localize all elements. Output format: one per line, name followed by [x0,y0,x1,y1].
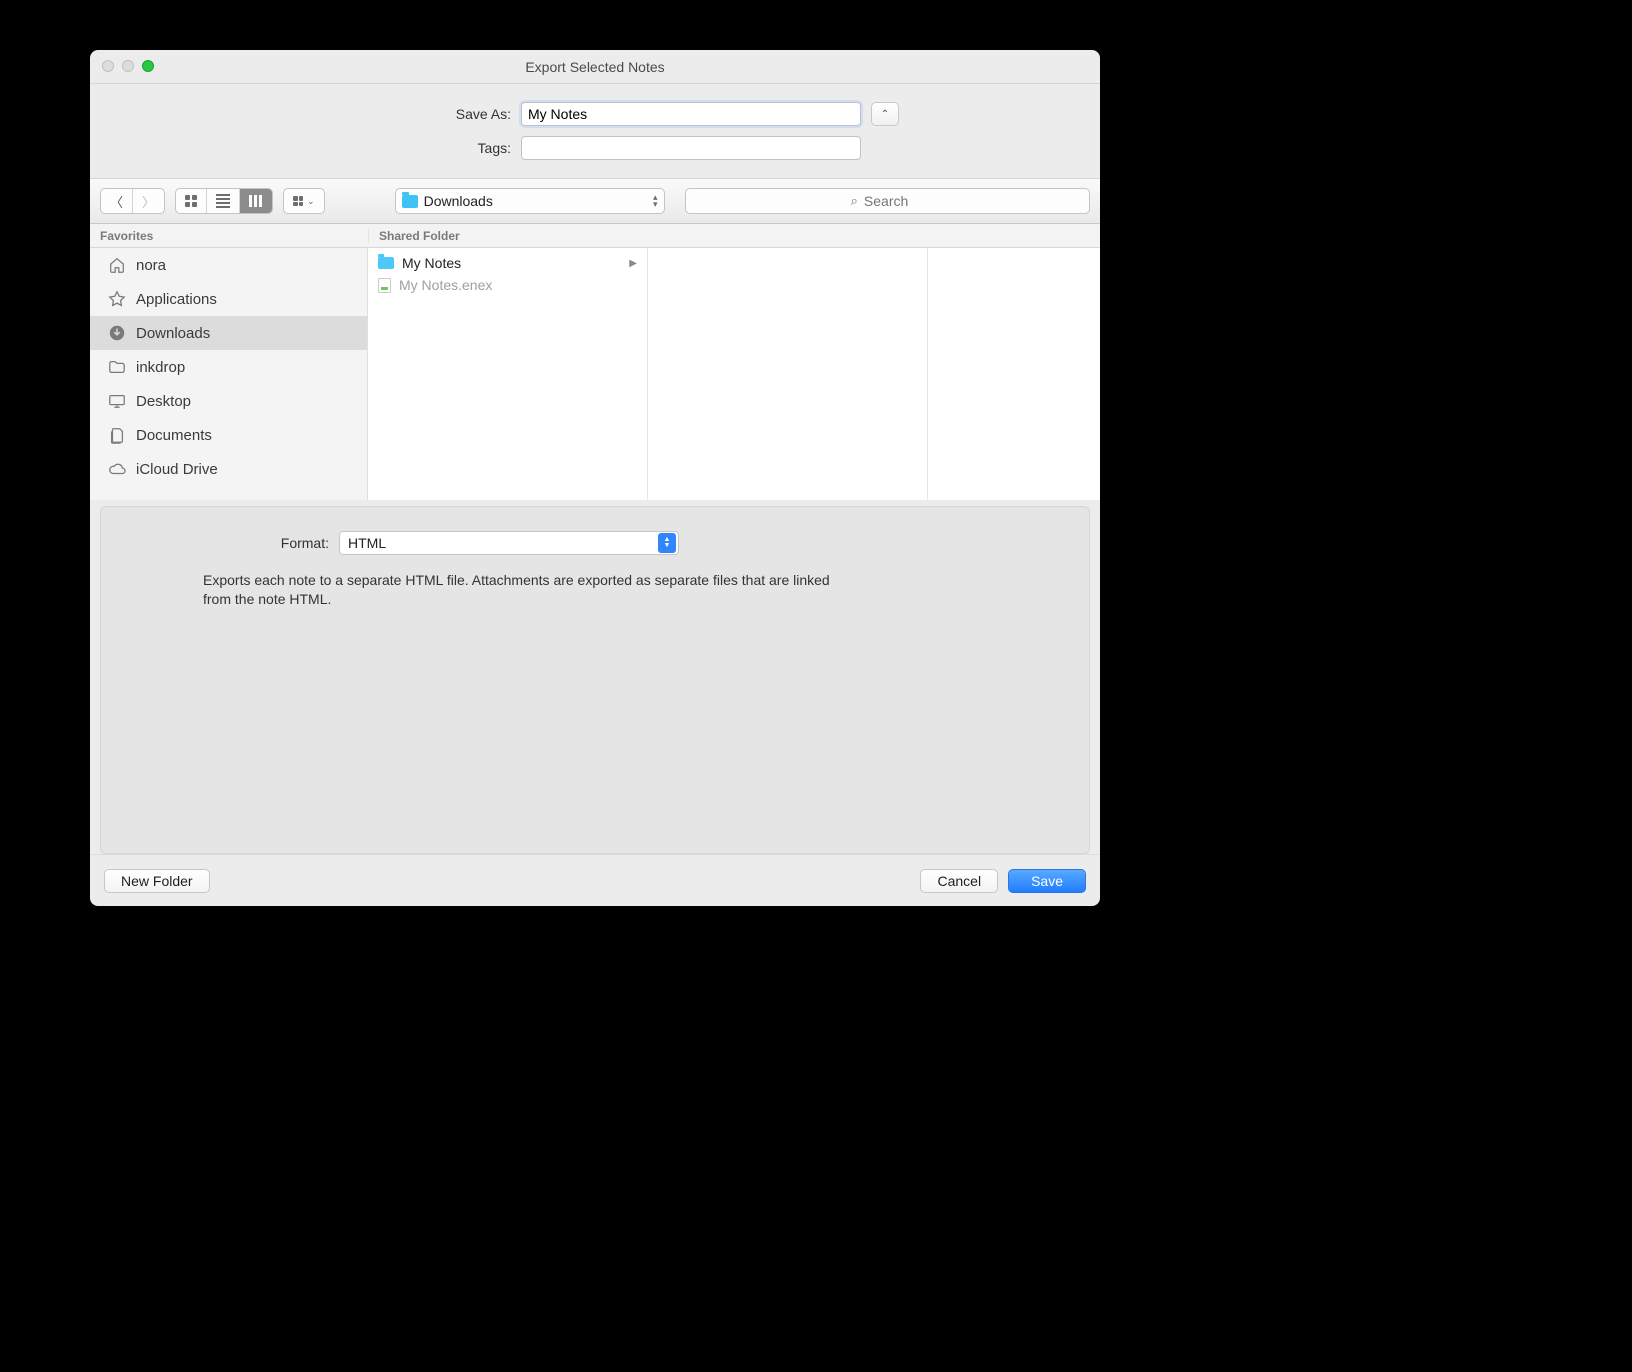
forward-button[interactable]: 〉 [133,189,164,213]
chevron-right-icon: ▶ [629,258,637,269]
sidebar-item-label: Applications [136,291,217,308]
grid-icon [185,195,197,207]
columns-icon [249,195,263,207]
export-dialog: Export Selected Notes Save As: ⌃ Tags: 〈… [90,50,1100,906]
close-window-button[interactable] [102,60,114,72]
sidebar-item-downloads[interactable]: Downloads [90,316,367,350]
window-controls [102,60,154,72]
folder-icon [108,358,126,376]
save-form: Save As: ⌃ Tags: [90,84,1100,178]
view-mode-segment [175,188,273,214]
format-label: Format: [129,535,329,551]
sidebar-item-inkdrop[interactable]: inkdrop [90,350,367,384]
documents-icon [108,426,126,444]
nav-segment: 〈 〉 [100,188,165,214]
file-icon [378,278,391,293]
chevron-down-icon: ⌄ [307,196,315,207]
dialog-footer: New Folder Cancel Save [90,854,1100,906]
cancel-button[interactable]: Cancel [920,869,998,893]
chevron-right-icon: 〉 [142,192,155,211]
button-label: Save [1031,873,1063,889]
list-icon [216,194,230,208]
cloud-icon [108,460,126,478]
collapse-toggle-button[interactable]: ⌃ [871,102,899,126]
save-button[interactable]: Save [1008,869,1086,893]
finder-toolbar: 〈 〉 ⌄ Downloads ▴▾ ⌕ [90,178,1100,224]
new-folder-button[interactable]: New Folder [104,869,210,893]
search-input[interactable] [864,193,924,209]
save-as-input[interactable] [521,102,861,126]
window-title: Export Selected Notes [90,59,1100,75]
column-header: Shared Folder [368,229,460,243]
file-browser: nora Applications Downloads inkdrop Desk… [90,248,1100,500]
updown-icon: ▲▼ [658,533,676,553]
stepper-icon: ▴▾ [653,194,658,208]
file-item-folder[interactable]: My Notes ▶ [368,252,647,274]
sidebar: nora Applications Downloads inkdrop Desk… [90,248,368,500]
chevron-up-icon: ⌃ [881,109,889,120]
sidebar-item-label: Desktop [136,393,191,410]
sidebar-item-nora[interactable]: nora [90,248,367,282]
search-field[interactable]: ⌕ [685,188,1090,214]
applications-icon [108,290,126,308]
file-name: My Notes [402,255,461,271]
sidebar-item-label: inkdrop [136,359,185,376]
tags-input[interactable] [521,136,861,160]
desktop-icon [108,392,126,410]
grid-small-icon [293,196,303,206]
location-label: Downloads [424,193,493,209]
file-column-empty [648,248,928,500]
save-as-label: Save As: [291,106,511,122]
column-view-button[interactable] [240,189,272,213]
sidebar-item-label: iCloud Drive [136,461,218,478]
sidebar-item-label: nora [136,257,166,274]
back-button[interactable]: 〈 [101,189,133,213]
favorites-header: Favorites [90,229,368,243]
titlebar: Export Selected Notes [90,50,1100,84]
search-icon: ⌕ [851,193,858,209]
button-label: New Folder [121,873,193,889]
minimize-window-button[interactable] [122,60,134,72]
file-item-enex[interactable]: My Notes.enex [368,274,647,296]
home-icon [108,256,126,274]
sidebar-item-desktop[interactable]: Desktop [90,384,367,418]
icon-view-button[interactable] [176,189,207,213]
list-view-button[interactable] [207,189,240,213]
file-name: My Notes.enex [399,277,492,293]
format-select[interactable]: HTML ▲▼ [339,531,679,555]
folder-icon [378,257,394,269]
group-by-button[interactable]: ⌄ [283,188,325,214]
button-label: Cancel [937,873,981,889]
sidebar-item-documents[interactable]: Documents [90,418,367,452]
file-column: My Notes ▶ My Notes.enex [368,248,648,500]
format-value: HTML [348,535,386,551]
zoom-window-button[interactable] [142,60,154,72]
sidebar-item-label: Documents [136,427,212,444]
downloads-icon [108,324,126,342]
sidebar-item-icloud[interactable]: iCloud Drive [90,452,367,486]
chevron-left-icon: 〈 [110,192,123,211]
sidebar-item-applications[interactable]: Applications [90,282,367,316]
columns-header: Favorites Shared Folder [90,224,1100,248]
format-description: Exports each note to a separate HTML fil… [203,571,833,609]
location-dropdown[interactable]: Downloads ▴▾ [395,188,665,214]
options-panel: Format: HTML ▲▼ Exports each note to a s… [100,506,1090,854]
sidebar-item-label: Downloads [136,325,210,342]
tags-label: Tags: [291,140,511,156]
folder-icon [402,195,418,208]
